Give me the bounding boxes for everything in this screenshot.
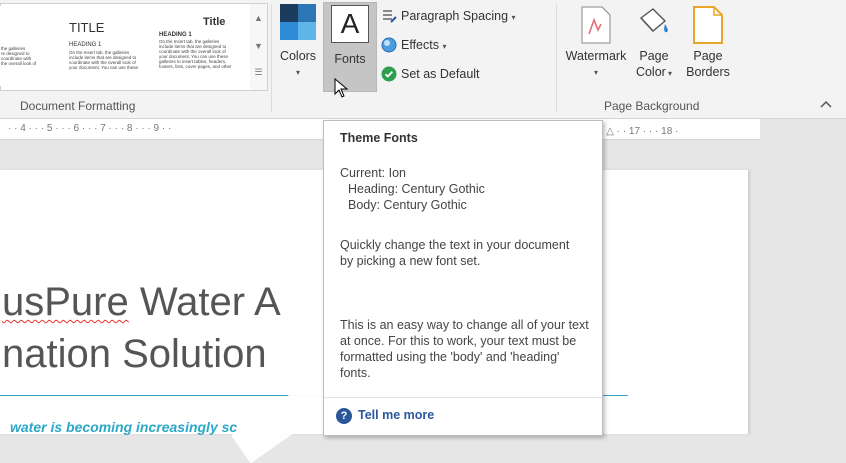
tell-me-more-link[interactable]: ? Tell me more <box>336 408 434 424</box>
gallery-more-icon[interactable]: ☰ <box>250 60 267 88</box>
ruler-right-text: · · △ · · 17 · · · 18 · <box>594 126 679 137</box>
tooltip-description-2: This is an easy way to change all of you… <box>340 318 589 380</box>
paragraph-spacing-label: Paragraph Spacing <box>401 9 509 23</box>
mouse-cursor-icon <box>334 77 349 103</box>
page-borders-label-1: Page <box>693 49 723 63</box>
watermark-label: Watermark <box>565 49 627 63</box>
style-thumb-1[interactable]: the galleries re designed to coordinate … <box>0 6 39 86</box>
colors-label: Colors <box>279 49 317 63</box>
paragraph-spacing-icon <box>381 8 397 24</box>
colors-dropdown-icon: ▾ <box>295 68 300 77</box>
watermark-dropdown-icon: ▾ <box>593 68 598 77</box>
theme-fonts-tooltip: Theme Fonts Current: Ion Heading: Centur… <box>323 120 603 436</box>
document-formatting-group-label: Document Formatting <box>20 99 136 113</box>
ribbon: the galleries re designed to coordinate … <box>0 0 846 119</box>
page-color-label-2: Color <box>635 65 666 79</box>
page-color-button[interactable]: Page Color ▾ <box>631 6 677 82</box>
doc-title-line-1-rest: Water A <box>128 280 281 324</box>
effects-button[interactable]: Effects ▾ <box>381 35 446 55</box>
fonts-button[interactable]: A Fonts <box>323 2 377 92</box>
fonts-label: Fonts <box>334 52 366 66</box>
doc-title-line-2[interactable]: nation Solution <box>2 332 267 377</box>
page-borders-icon <box>693 6 723 44</box>
colors-button[interactable]: Colors ▾ <box>275 4 321 78</box>
fonts-icon: A <box>331 5 369 43</box>
separator <box>271 4 272 112</box>
page-borders-label-2: Borders <box>686 65 730 79</box>
watermark-icon <box>581 6 611 44</box>
doc-subtitle[interactable]: water is becoming increasingly sc <box>10 419 237 435</box>
page-color-label-1: Page <box>639 49 669 63</box>
separator <box>556 4 557 112</box>
effects-label: Effects <box>401 38 439 52</box>
gallery-scrollbar[interactable]: ▲ ▼ ☰ <box>250 3 268 91</box>
page-color-dropdown-icon: ▾ <box>665 69 673 78</box>
page-background-group-label: Page Background <box>604 99 700 113</box>
paragraph-spacing-dropdown-icon: ▾ <box>511 13 516 22</box>
effects-dropdown-icon: ▾ <box>442 42 447 51</box>
ruler-left-text: · · 4 · · · 5 · · · 6 · · · 7 · · · 8 · … <box>8 123 172 134</box>
tooltip-title: Theme Fonts <box>340 131 418 145</box>
check-circle-icon <box>381 66 397 82</box>
tell-me-more-label: Tell me more <box>358 408 435 422</box>
doc-title-line-1[interactable]: usPure Water A <box>2 280 281 325</box>
misspelled-word[interactable]: usPure <box>2 280 129 324</box>
help-icon: ? <box>336 408 352 424</box>
tooltip-divider <box>324 397 602 398</box>
paragraph-spacing-button[interactable]: Paragraph Spacing ▾ <box>381 6 516 26</box>
tooltip-body-font: Body: Century Gothic <box>348 198 467 212</box>
gallery-up-icon[interactable]: ▲ <box>250 4 267 32</box>
tooltip-description-1: Quickly change the text in your document… <box>340 238 570 268</box>
colors-icon <box>280 4 316 40</box>
style-thumb-3[interactable]: Title HEADING 1 On the Insert tab, the g… <box>153 6 247 86</box>
watermark-button[interactable]: Watermark ▾ <box>563 6 629 78</box>
chevron-up-icon[interactable] <box>820 97 832 111</box>
page-borders-button[interactable]: Page Borders <box>683 6 733 80</box>
paint-bucket-icon <box>639 8 668 33</box>
gallery-down-icon[interactable]: ▼ <box>250 32 267 60</box>
set-as-default-button[interactable]: Set as Default <box>381 64 480 84</box>
effects-icon <box>381 37 397 53</box>
tooltip-current: Current: Ion <box>340 166 407 180</box>
style-gallery[interactable]: the galleries re designed to coordinate … <box>0 3 252 91</box>
style-thumb-2[interactable]: TITLE HEADING 1 On the Insert tab, the g… <box>65 6 143 86</box>
set-as-default-label: Set as Default <box>401 67 480 81</box>
tooltip-heading-font: Heading: Century Gothic <box>348 182 485 196</box>
